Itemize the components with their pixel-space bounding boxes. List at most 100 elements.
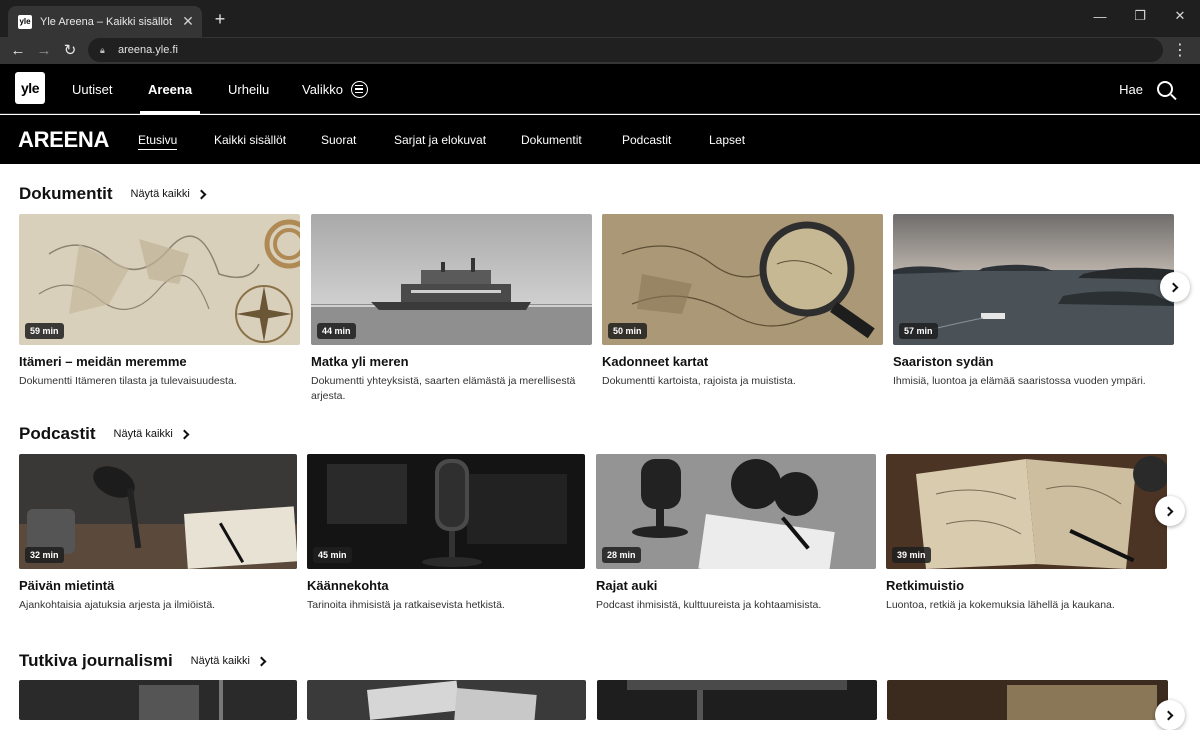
new-tab-plus-icon[interactable]: + bbox=[210, 9, 230, 29]
browser-tab[interactable]: yle Yle Areena – Kaikki sisällöt ✕ bbox=[8, 6, 202, 37]
menu-label: Valikko bbox=[302, 81, 343, 97]
section-header-dokumentit: Dokumentit Näytä kaikki bbox=[19, 184, 207, 204]
duration-badge: 59 min bbox=[25, 323, 64, 339]
tab-suorat[interactable]: Suorat bbox=[321, 115, 356, 164]
show-all-link[interactable]: Näytä kaikki bbox=[114, 428, 190, 440]
tab-kaikki-sisallot[interactable]: Kaikki sisällöt bbox=[214, 115, 286, 164]
forward-arrow-icon[interactable]: → bbox=[32, 39, 56, 61]
window-close-icon[interactable]: ✕ bbox=[1160, 0, 1200, 32]
card-description: Dokumentti yhteyksistä, saarten elämästä… bbox=[311, 375, 576, 402]
yle-top-navigation: yle Uutiset Areena Urheilu Valikko Hae bbox=[0, 64, 1200, 114]
duration-badge: 28 min bbox=[602, 547, 641, 563]
card-thumbnail: 39 min bbox=[886, 454, 1167, 569]
card-title: Itämeri – meidän meremme bbox=[19, 354, 187, 369]
content-card[interactable] bbox=[307, 680, 586, 720]
tab-title: Yle Areena – Kaikki sisällöt bbox=[40, 15, 173, 28]
content-card[interactable]: 28 min Rajat auki Podcast ihmisistä, kul… bbox=[596, 454, 876, 613]
content-card[interactable]: 32 min Päivän mietintä Ajankohtaisia aja… bbox=[19, 454, 297, 613]
content-card[interactable]: 45 min Käännekohta Tarinoita ihmisistä j… bbox=[307, 454, 585, 613]
card-title: Saariston sydän bbox=[893, 354, 994, 369]
card-description: Dokumentti Itämeren tilasta ja tulevaisu… bbox=[19, 375, 237, 387]
card-thumbnail: 59 min bbox=[19, 214, 300, 345]
card-thumbnail: 28 min bbox=[596, 454, 876, 569]
content-card[interactable]: 44 min Matka yli meren Dokumentti yhteyk… bbox=[311, 214, 592, 404]
duration-badge: 50 min bbox=[608, 323, 647, 339]
card-description: Ajankohtaisia ajatuksia arjesta ja ilmiö… bbox=[19, 599, 216, 611]
carousel-next-button[interactable] bbox=[1155, 700, 1185, 730]
tab-etusivu[interactable]: Etusivu bbox=[138, 115, 178, 164]
content-card[interactable]: 57 min Saariston sydän Ihmisiä, luontoa … bbox=[893, 214, 1174, 389]
browser-toolbar: ← → ↻ 🔒︎ areena.yle.fi ⋮ bbox=[0, 37, 1200, 64]
card-description: Podcast ihmisistä, kulttuureista ja koht… bbox=[596, 599, 822, 611]
tab-dokumentit[interactable]: Dokumentit bbox=[521, 115, 582, 164]
menu-button[interactable]: Valikko bbox=[302, 64, 368, 114]
areena-logo[interactable]: AREENA bbox=[18, 115, 109, 164]
search-label: Hae bbox=[1119, 81, 1143, 97]
content-card[interactable]: 39 min Retkimuistio Luontoa, retkiä ja k… bbox=[886, 454, 1167, 613]
content-card[interactable] bbox=[597, 680, 877, 720]
chevron-right-icon bbox=[256, 656, 267, 666]
carousel-next-button[interactable] bbox=[1155, 496, 1185, 526]
card-thumbnail bbox=[597, 680, 877, 720]
card-description: Luontoa, retkiä ja kokemuksia lähellä ja… bbox=[886, 599, 1115, 611]
card-thumbnail: 44 min bbox=[311, 214, 592, 345]
minimize-icon[interactable]: — bbox=[1080, 0, 1120, 32]
menu-icon bbox=[350, 80, 368, 98]
card-thumbnail: 45 min bbox=[307, 454, 585, 569]
duration-badge: 32 min bbox=[25, 547, 64, 563]
nav-item-areena[interactable]: Areena bbox=[139, 64, 201, 114]
section-title: Podcastit bbox=[19, 424, 96, 443]
chevron-right-icon bbox=[1168, 282, 1179, 292]
yle-favicon-icon: yle bbox=[18, 14, 32, 29]
card-title: Käännekohta bbox=[307, 578, 389, 593]
section-header-tutkiva-journalismi: Tutkiva journalismi Näytä kaikki bbox=[19, 651, 267, 671]
browser-menu-icon[interactable]: ⋮ bbox=[1170, 39, 1190, 61]
carousel-next-button[interactable] bbox=[1160, 272, 1190, 302]
duration-badge: 39 min bbox=[892, 547, 931, 563]
card-thumbnail: 57 min bbox=[893, 214, 1174, 345]
card-thumbnail: 50 min bbox=[602, 214, 883, 345]
search-icon bbox=[1157, 81, 1173, 97]
card-thumbnail bbox=[19, 680, 297, 720]
card-thumbnail bbox=[307, 680, 586, 720]
section-title: Tutkiva journalismi bbox=[19, 651, 173, 670]
show-all-link[interactable]: Näytä kaikki bbox=[191, 655, 267, 667]
show-all-link[interactable]: Näytä kaikki bbox=[131, 188, 207, 200]
tab-lapset[interactable]: Lapset bbox=[709, 115, 745, 164]
back-arrow-icon[interactable]: ← bbox=[6, 39, 30, 61]
card-description: Tarinoita ihmisistä ja ratkaisevista het… bbox=[307, 599, 505, 611]
tab-podcastit[interactable]: Podcastit bbox=[622, 115, 671, 164]
window-controls: — ❐ ✕ bbox=[1080, 0, 1200, 32]
content-card[interactable]: 50 min Kadonneet kartat Dokumentti karto… bbox=[602, 214, 883, 389]
section-header-podcastit: Podcastit Näytä kaikki bbox=[19, 424, 190, 444]
address-bar[interactable]: 🔒︎ areena.yle.fi bbox=[88, 38, 1163, 62]
lock-icon: 🔒︎ bbox=[100, 45, 105, 55]
card-thumbnail: 32 min bbox=[19, 454, 297, 569]
close-tab-icon[interactable]: ✕ bbox=[178, 12, 198, 32]
reload-icon[interactable]: ↻ bbox=[58, 39, 82, 61]
areena-navigation: AREENA Etusivu Kaikki sisällöt Suorat Sa… bbox=[0, 115, 1200, 164]
card-title: Kadonneet kartat bbox=[602, 354, 709, 369]
card-description: Dokumentti kartoista, rajoista ja muisti… bbox=[602, 375, 796, 387]
card-thumbnail bbox=[887, 680, 1168, 720]
card-title: Päivän mietintä bbox=[19, 578, 115, 593]
card-title: Retkimuistio bbox=[886, 578, 965, 593]
duration-badge: 44 min bbox=[317, 323, 356, 339]
chevron-right-icon bbox=[179, 429, 190, 439]
yle-logo[interactable]: yle bbox=[15, 72, 45, 104]
chevron-right-icon bbox=[1163, 710, 1174, 720]
chevron-right-icon bbox=[1163, 506, 1174, 516]
tab-sarjat-ja-elokuvat[interactable]: Sarjat ja elokuvat bbox=[394, 115, 486, 164]
nav-item-uutiset[interactable]: Uutiset bbox=[72, 64, 112, 114]
search-button[interactable]: Hae bbox=[1119, 64, 1173, 114]
content-card[interactable]: 59 min Itämeri – meidän meremme Dokument… bbox=[19, 214, 300, 389]
duration-badge: 45 min bbox=[313, 547, 352, 563]
restore-icon[interactable]: ❐ bbox=[1120, 0, 1160, 32]
card-title: Rajat auki bbox=[596, 578, 658, 593]
content-card[interactable] bbox=[887, 680, 1168, 720]
section-title: Dokumentit bbox=[19, 184, 113, 203]
nav-item-urheilu[interactable]: Urheilu bbox=[228, 64, 269, 114]
browser-tab-strip: yle Yle Areena – Kaikki sisällöt ✕ + — ❐… bbox=[0, 0, 1200, 37]
content-card[interactable] bbox=[19, 680, 297, 720]
duration-badge: 57 min bbox=[899, 323, 938, 339]
